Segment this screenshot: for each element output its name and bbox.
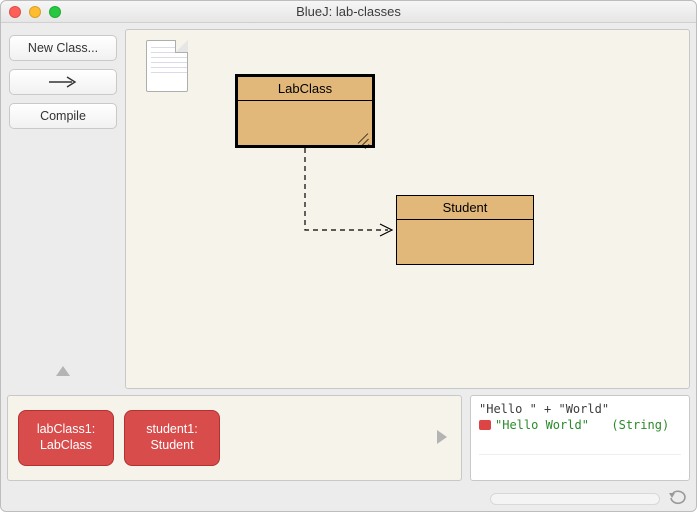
- close-icon[interactable]: [9, 6, 21, 18]
- app-window: BlueJ: lab-classes New Class... Compile: [0, 0, 697, 512]
- object-bench[interactable]: labClass1: LabClass student1: Student: [7, 395, 462, 481]
- window-title: BlueJ: lab-classes: [1, 4, 696, 19]
- compile-button[interactable]: Compile: [9, 103, 117, 129]
- codepad-result-type: (String): [611, 418, 669, 432]
- zoom-icon[interactable]: [49, 6, 61, 18]
- object-result-icon[interactable]: [479, 420, 491, 430]
- bench-scroll-right-icon[interactable]: [437, 430, 447, 447]
- rerun-icon[interactable]: [668, 490, 688, 509]
- dependency-arrow-button[interactable]: [9, 69, 117, 95]
- readme-icon[interactable]: [146, 40, 188, 92]
- class-diagram-canvas[interactable]: LabClass Student: [125, 29, 690, 389]
- lower-pane: labClass1: LabClass student1: Student "H…: [1, 389, 696, 487]
- class-body: [397, 220, 533, 264]
- class-box-labclass[interactable]: LabClass: [236, 75, 374, 147]
- object-instance[interactable]: labClass1: LabClass: [18, 410, 114, 466]
- progress-bar: [490, 493, 660, 505]
- minimize-icon[interactable]: [29, 6, 41, 18]
- window-body: New Class... Compile Lab: [1, 23, 696, 511]
- object-label-line2: LabClass: [40, 438, 92, 454]
- uncompiled-stripes-icon: [352, 131, 368, 143]
- expand-toggle-icon[interactable]: [56, 364, 70, 379]
- new-class-label: New Class...: [28, 41, 98, 55]
- sidebar: New Class... Compile: [7, 29, 119, 389]
- window-controls: [9, 6, 61, 18]
- object-label-line2: Student: [150, 438, 193, 454]
- object-instance[interactable]: student1: Student: [124, 410, 220, 466]
- object-label-line1: student1:: [146, 422, 197, 438]
- class-name-label: LabClass: [238, 77, 372, 101]
- codepad-result-value: "Hello World": [495, 418, 589, 432]
- class-body: [238, 101, 372, 145]
- class-box-student[interactable]: Student: [396, 195, 534, 265]
- arrow-icon: [48, 76, 78, 88]
- codepad-input[interactable]: [479, 454, 681, 474]
- codepad-result-row: "Hello World" (String): [479, 418, 681, 432]
- class-name-label: Student: [397, 196, 533, 220]
- upper-pane: New Class... Compile Lab: [1, 23, 696, 389]
- object-label-line1: labClass1:: [37, 422, 95, 438]
- codepad-expression: "Hello " + "World": [479, 402, 681, 416]
- titlebar[interactable]: BlueJ: lab-classes: [1, 1, 696, 23]
- new-class-button[interactable]: New Class...: [9, 35, 117, 61]
- compile-label: Compile: [40, 109, 86, 123]
- code-pad[interactable]: "Hello " + "World" "Hello World" (String…: [470, 395, 690, 481]
- status-bar: [1, 487, 696, 511]
